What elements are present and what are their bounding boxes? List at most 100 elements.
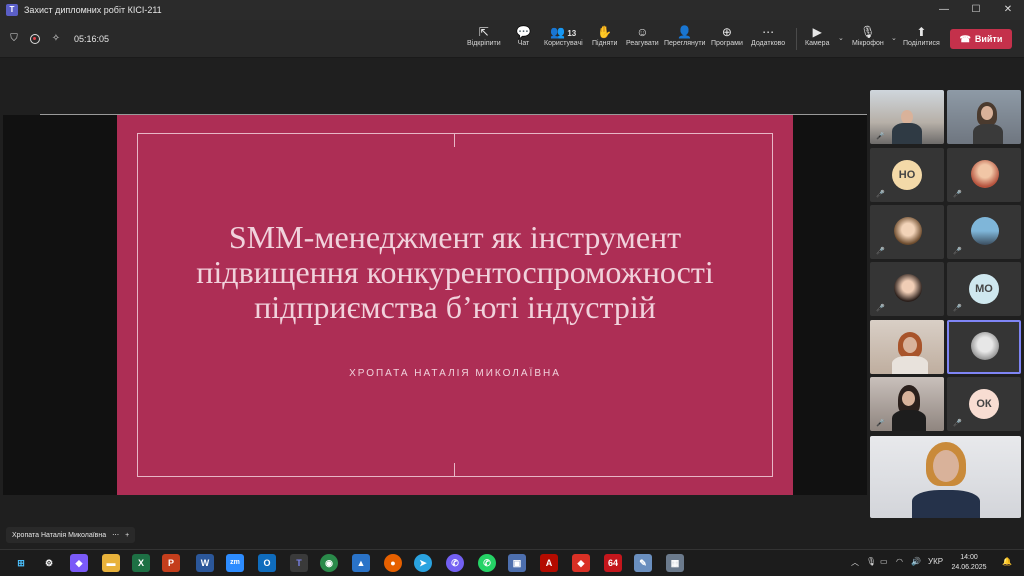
maximize-button[interactable]: ☐ (960, 0, 992, 20)
react-icon: ☺ (636, 25, 649, 39)
avatar (894, 217, 922, 245)
sparkle-icon[interactable]: ✧ (50, 33, 62, 45)
participant-tile[interactable]: 🎤 (870, 377, 944, 431)
view-icon: 👤 (677, 25, 693, 39)
chat-button[interactable]: 💬 Чат (516, 24, 531, 56)
camera-icon: ▶ (812, 25, 822, 39)
muted-mic-icon: 🎤 (876, 133, 885, 140)
avatar (971, 217, 999, 245)
title-bar: T Захист дипломних робіт КІСІ-211 — ☐ ✕ (0, 0, 1024, 20)
participant-tile[interactable]: 🎤 (947, 205, 1021, 259)
clock-time: 14:00 (960, 554, 978, 561)
muted-mic-icon: 🎤 (953, 305, 962, 312)
close-button[interactable]: ✕ (992, 0, 1024, 20)
camera-button[interactable]: ▶ Камера (805, 24, 829, 56)
participant-tile[interactable]: ОК 🎤 (947, 377, 1021, 431)
firefox-icon[interactable]: ● (384, 554, 402, 572)
muted-mic-icon: 🎤 (953, 420, 962, 427)
save-app-icon[interactable]: ▣ (508, 554, 526, 572)
wifi-icon[interactable]: ◠ (896, 557, 903, 566)
avatar: ОК (969, 389, 999, 419)
system-clock[interactable]: 14:00 24.06.2025 (944, 553, 994, 573)
outlook-icon[interactable]: O (258, 554, 276, 572)
participant-count: 13 (567, 29, 577, 38)
unpin-icon: ⇱ (478, 25, 489, 39)
chrome-icon[interactable]: ◉ (320, 554, 338, 572)
slide-author: ХРОПАТА НАТАЛІЯ МИКОЛАЇВНА (349, 368, 561, 379)
participant-tile[interactable]: 🎤 (870, 262, 944, 316)
excel-icon[interactable]: X (132, 554, 150, 572)
apps-button[interactable]: ⊕ Програми (711, 24, 743, 56)
window-controls: — ☐ ✕ (928, 0, 1024, 20)
show-hidden-icons-icon[interactable]: ︿ (851, 557, 859, 568)
avatar: НО (892, 160, 922, 190)
input-language[interactable]: УКР (928, 557, 943, 566)
presentation-slide: SMM-менеджмент як інструмент підвищення … (117, 115, 793, 495)
muted-mic-icon: 🎤 (876, 305, 885, 312)
start-icon[interactable]: ⊞ (12, 554, 30, 572)
avatar (971, 160, 999, 188)
telegram-icon[interactable]: ➤ (414, 554, 432, 572)
apps-icon: ⊕ (721, 25, 732, 39)
phone-hangup-icon: ☎ (959, 33, 971, 44)
shield-icon[interactable]: ⛉ (8, 33, 20, 45)
zoom-icon[interactable]: zm (226, 554, 244, 572)
participant-tile[interactable]: 🎤 (947, 148, 1021, 202)
battery-icon[interactable]: ▭ (880, 557, 888, 566)
whatsapp-icon[interactable]: ✆ (478, 554, 496, 572)
settings-icon[interactable]: ⚙ (40, 554, 58, 572)
paint-icon[interactable]: ✎ (634, 554, 652, 572)
window-title: Захист дипломних робіт КІСІ-211 (24, 5, 162, 15)
taskbar: ⊞ ⚙ ◆ ▬ X P W zm O T ◉ ▲ ● ➤ ✆ ✆ ▣ A ◆ 6… (0, 549, 1024, 576)
presenter-name-tag[interactable]: Хропата Наталія Миколаївна ⋯ + (6, 527, 136, 543)
notifications-icon[interactable]: 🔔 (1002, 557, 1012, 566)
copilot-icon[interactable]: ◆ (70, 554, 88, 572)
avatar: МО (969, 274, 999, 304)
camera-options-chevron-icon[interactable]: ⌄ (838, 34, 844, 42)
participant-tile[interactable]: 🎤 (870, 205, 944, 259)
tray-microphone-icon[interactable]: 🎙 (866, 557, 876, 566)
more-options-icon[interactable]: ⋯ (112, 531, 119, 539)
app-64-icon[interactable]: 64 (604, 554, 622, 572)
participant-tile[interactable] (947, 90, 1021, 144)
participant-tile[interactable]: 🎤 (870, 90, 944, 144)
teams-taskbar-icon[interactable]: T (290, 554, 308, 572)
acrobat-icon[interactable]: A (540, 554, 558, 572)
calculator-icon[interactable]: ▦ (666, 554, 684, 572)
more-icon: ⋯ (762, 25, 775, 39)
participant-tile[interactable]: НО 🎤 (870, 148, 944, 202)
file-explorer-icon[interactable]: ▬ (102, 554, 120, 572)
word-icon[interactable]: W (196, 554, 214, 572)
raise-hand-button[interactable]: ✋ Підняти (592, 24, 617, 56)
people-button[interactable]: 👥 13 Користувачі (544, 24, 583, 56)
self-view-tile[interactable] (870, 436, 1021, 518)
participant-tile[interactable]: МО 🎤 (947, 262, 1021, 316)
slide-frame-tick-top (454, 133, 455, 147)
participant-tile[interactable] (870, 320, 944, 374)
add-icon[interactable]: + (125, 532, 129, 539)
leave-button[interactable]: ☎ Вийти (950, 29, 1012, 49)
teams-icon: T (6, 4, 18, 16)
recording-icon[interactable] (30, 34, 40, 44)
more-button[interactable]: ⋯ Додатково (751, 24, 785, 56)
meeting-toolbar: ⛉ ✧ 05:16:05 ⇱ Відкріпити 💬 Чат 👥 13 Кори… (0, 20, 1024, 58)
microphone-options-chevron-icon[interactable]: ⌄ (891, 34, 897, 42)
muted-mic-icon: 🎤 (876, 191, 885, 198)
participant-tile-active[interactable] (947, 320, 1021, 374)
powerpoint-icon[interactable]: P (162, 554, 180, 572)
volume-icon[interactable]: 🔊 (911, 557, 921, 566)
react-button[interactable]: ☺ Реагувати (626, 24, 659, 56)
share-button[interactable]: ⬆ Поділитися (903, 24, 940, 56)
chat-icon: 💬 (516, 25, 531, 39)
unpin-button[interactable]: ⇱ Відкріпити (467, 24, 501, 56)
photos-icon[interactable]: ▲ (352, 554, 370, 572)
microphone-icon: 🎙 (860, 25, 876, 39)
muted-mic-icon: 🎤 (953, 248, 962, 255)
muted-mic-icon: 🎤 (953, 191, 962, 198)
anydesk-icon[interactable]: ◆ (572, 554, 590, 572)
viber-icon[interactable]: ✆ (446, 554, 464, 572)
view-button[interactable]: 👤 Переглянути (664, 24, 705, 56)
microphone-button[interactable]: 🎙 Мікрофон (852, 24, 884, 56)
minimize-button[interactable]: — (928, 0, 960, 20)
slide-title: SMM-менеджмент як інструмент підвищення … (196, 219, 714, 325)
